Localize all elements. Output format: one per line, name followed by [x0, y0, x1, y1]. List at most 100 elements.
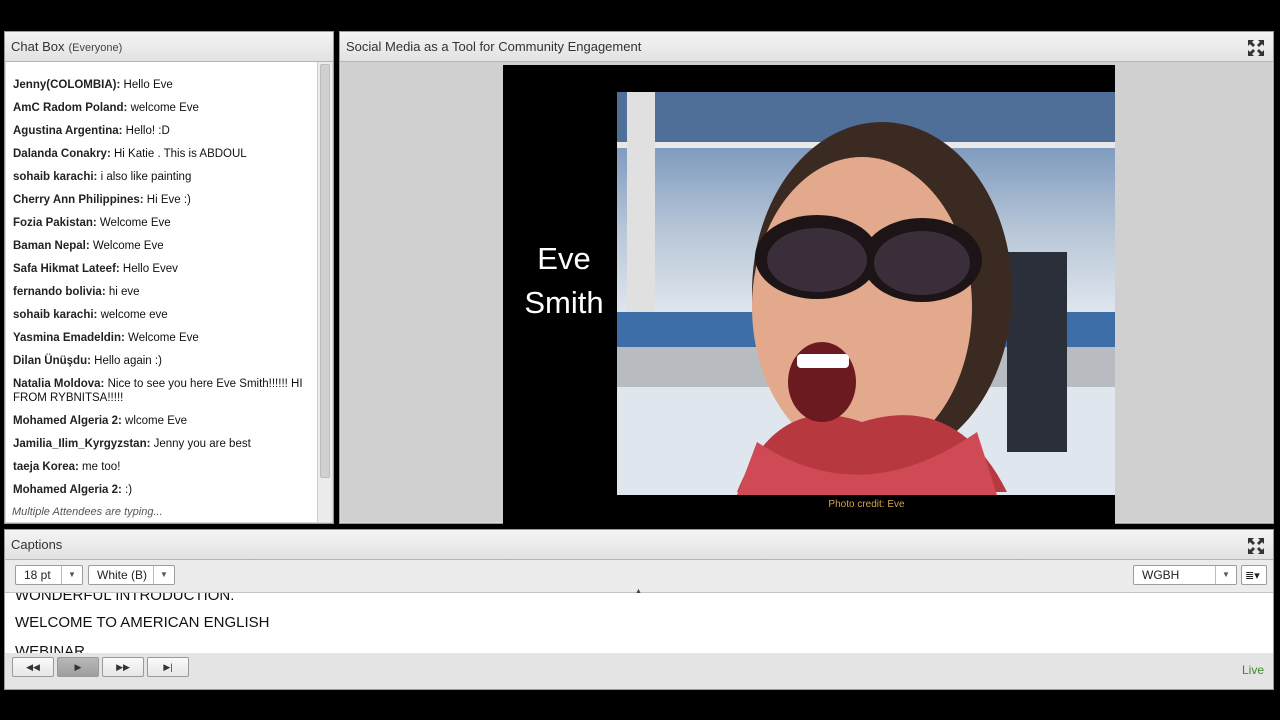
chat-sender: taeja Korea: [13, 461, 79, 473]
chat-text: :) [121, 484, 133, 496]
chat-message: Dalanda Conakry: Hi Katie . This is ABDO… [6, 147, 305, 161]
chat-message: Cherry Ann Philippines: Hi Eve :) [6, 193, 305, 207]
fast-forward-button[interactable]: ▶▶ [102, 657, 144, 677]
chat-sender: Safa Hikmat Lateef: [13, 263, 120, 275]
chat-text: Hello Evev [119, 263, 178, 275]
chat-sender: Natalia Moldova: [13, 378, 105, 390]
chat-text: Hello! :D [122, 125, 170, 137]
skip-to-live-button[interactable]: ▶| [147, 657, 189, 677]
share-title: Social Media as a Tool for Community Eng… [346, 39, 642, 54]
play-button[interactable]: ▶ [57, 657, 99, 677]
chat-message: Jenny(COLOMBIA): Hello Eve [6, 78, 305, 92]
chat-sender: Baman Nepal: [13, 240, 90, 252]
slide: Eve Smith Photo credit: Eve [503, 65, 1115, 525]
share-pod: Social Media as a Tool for Community Eng… [339, 31, 1274, 525]
chat-message: AmC Radom Poland: welcome Eve [6, 101, 305, 115]
share-header: Social Media as a Tool for Community Eng… [340, 32, 1273, 62]
chat-message: Yasmina Emadeldin: Welcome Eve [6, 331, 305, 345]
chat-text: welcome Eve [127, 102, 199, 114]
chat-sender: Jenny(COLOMBIA): [13, 79, 121, 91]
chat-sender: Mohamed Algeria 2: [13, 415, 122, 427]
chevron-down-icon: ▼ [1215, 566, 1236, 584]
caption-line: WELCOME TO AMERICAN ENGLISH [15, 614, 270, 631]
photo-credit: Photo credit: Eve [828, 499, 905, 510]
captions-pod: Captions 18 pt ▼ White (B) ▼ WGBH ▼ ≣▾ ▲… [4, 529, 1274, 690]
font-color-dropdown[interactable]: White (B) ▼ [88, 565, 175, 585]
chat-scope: (Everyone) [68, 42, 123, 54]
chat-sender: Cherry Ann Philippines: [13, 194, 144, 206]
chat-sender: fernando bolivia: [13, 286, 106, 298]
fast-forward-icon: ▶▶ [116, 662, 130, 672]
chat-text: Hello again :) [90, 355, 162, 367]
chat-sender: Agustina Argentina: [13, 125, 123, 137]
speaker-first-name: Eve [537, 241, 591, 276]
chat-text: Welcome Eve [124, 332, 199, 344]
chat-message: Mohamed Algeria 2: wlcome Eve [6, 414, 305, 428]
share-stage: Eve Smith Photo credit: Eve [341, 62, 1272, 525]
chat-text: i also like painting [97, 171, 192, 183]
chat-text: wlcome Eve [121, 415, 188, 427]
chat-message: Dilan Ünüşdu: Hello again :) [6, 354, 305, 368]
menu-icon: ≣▾ [1245, 570, 1260, 582]
font-size-dropdown[interactable]: 18 pt ▼ [15, 565, 83, 585]
caption-playback-bar: ◀◀ ▶ ▶▶ ▶| Live [5, 653, 1273, 689]
rewind-icon: ◀◀ [26, 662, 40, 672]
chat-message: Baman Nepal: Welcome Eve [6, 239, 305, 253]
chat-title: Chat Box (Everyone) [11, 39, 122, 54]
chat-text: Jenny you are best [150, 438, 251, 450]
caption-line: WONDERFUL INTRODUCTION. [15, 593, 235, 604]
chat-text: me too! [78, 461, 121, 473]
chat-text: Welcome Eve [89, 240, 164, 252]
chat-sender: AmC Radom Poland: [13, 102, 128, 114]
chevron-down-icon: ▼ [61, 566, 82, 584]
chat-scrollbar[interactable]: ⋮ [317, 62, 332, 562]
rewind-button[interactable]: ◀◀ [12, 657, 54, 677]
chat-message: Jamilia_Ilim_Kyrgyzstan: Jenny you are b… [6, 437, 305, 451]
chat-sender: Mohamed Algeria 2: [13, 484, 122, 496]
play-icon: ▶ [74, 662, 82, 672]
chat-message: Fozia Pakistan: Welcome Eve [6, 216, 305, 230]
caption-text-area: WONDERFUL INTRODUCTION. WELCOME TO AMERI… [5, 593, 1273, 655]
chat-message-list: Jenny(COLOMBIA): Hello Eve AmC Radom Pola… [6, 62, 322, 522]
chat-message: fernando bolivia: hi eve [6, 285, 305, 299]
chat-text: welcome eve [97, 309, 168, 321]
chat-message: sohaib karachi: welcome eve [6, 308, 305, 322]
provider-dropdown[interactable]: WGBH ▼ [1133, 565, 1237, 585]
chat-sender: Yasmina Emadeldin: [13, 332, 125, 344]
chat-sender: sohaib karachi: [13, 309, 98, 321]
chat-text: Hi Eve :) [143, 194, 191, 206]
font-color-value: White (B) [97, 568, 148, 582]
chat-sender: Dilan Ünüşdu: [13, 355, 91, 367]
chat-message: Mohamed Algeria 2: :) [6, 483, 305, 497]
chat-message: Agustina Argentina: Hello! :D [6, 124, 305, 138]
chat-header: Chat Box (Everyone) [5, 32, 333, 62]
chat-sender: Fozia Pakistan: [13, 217, 97, 229]
chat-sender: Dalanda Conakry: [13, 148, 111, 160]
chat-message: Natalia Moldova: Nice to see you here Ev… [6, 377, 305, 405]
chat-message: sohaib karachi: i also like painting [6, 170, 305, 184]
provider-value: WGBH [1142, 568, 1180, 582]
chevron-down-icon: ▼ [153, 566, 174, 584]
chat-text: hi eve [105, 286, 140, 298]
speaker-name: Eve Smith [503, 237, 625, 325]
chat-text: Hi Katie . This is ABDOUL [110, 148, 247, 160]
chat-pod: Chat Box (Everyone) Jenny(COLOMBIA): Hell… [4, 31, 334, 562]
typing-indicator: Multiple Attendees are typing... [12, 506, 163, 518]
font-size-value: 18 pt [24, 568, 51, 582]
skip-end-icon: ▶| [163, 662, 173, 672]
speaker-last-name: Smith [524, 285, 604, 320]
chat-title-text: Chat Box [11, 39, 65, 54]
chat-text: Hello Eve [120, 79, 173, 91]
live-status: Live [1241, 663, 1264, 677]
fullscreen-icon[interactable] [1247, 537, 1265, 555]
scrollbar-thumb[interactable] [320, 64, 330, 478]
chat-sender: Jamilia_Ilim_Kyrgyzstan: [13, 438, 151, 450]
captions-header: Captions [5, 530, 1273, 560]
captions-title: Captions [11, 537, 63, 552]
chat-text: Welcome Eve [96, 217, 171, 229]
options-menu-button[interactable]: ≣▾ [1241, 565, 1267, 585]
speaker-photo [617, 92, 1115, 495]
fullscreen-icon[interactable] [1247, 39, 1265, 57]
chat-message: taeja Korea: me too! [6, 460, 305, 474]
chat-sender: sohaib karachi: [13, 171, 98, 183]
